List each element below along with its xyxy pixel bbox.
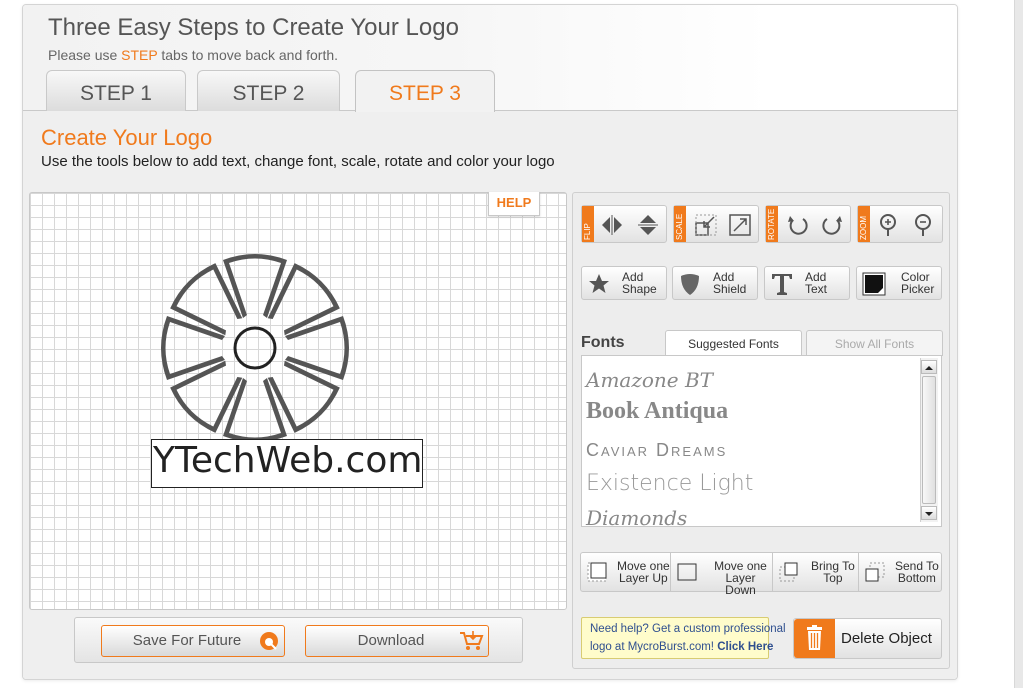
add-shield-line2: Shield <box>713 282 747 296</box>
save-icon <box>260 632 278 650</box>
font-option[interactable]: Diamonds <box>586 506 687 526</box>
zoom-out-icon[interactable] <box>910 211 938 239</box>
rotate-label-tab: ROTATE <box>766 206 778 242</box>
font-option[interactable]: Caviar Dreams <box>586 440 727 461</box>
move-down-line2: Layer Down <box>725 571 756 597</box>
download-label: Download <box>357 632 425 649</box>
add-shape-line2: Shape <box>622 282 657 296</box>
download-button[interactable]: Download <box>305 625 489 657</box>
delete-object-button[interactable]: Delete Object <box>793 618 942 659</box>
move-layer-down-button[interactable]: Move one Layer Down <box>671 553 773 596</box>
scroll-down-button[interactable] <box>921 506 937 520</box>
rotate-right-icon[interactable] <box>818 211 846 239</box>
shield-icon <box>681 274 699 295</box>
section-description: Use the tools below to add text, change … <box>41 153 555 170</box>
color-picker-line2: Picker <box>901 282 935 296</box>
rotate-label: ROTATE <box>767 208 776 240</box>
tab-step-1[interactable]: STEP 1 <box>46 70 186 111</box>
save-label: Save For Future <box>132 632 242 649</box>
flower-logo-shape[interactable] <box>148 250 364 446</box>
trash-icon-box <box>794 619 835 658</box>
layer-down-icon <box>677 563 697 581</box>
font-list: Amazone BT Book Antiqua Caviar Dreams Ex… <box>581 355 942 527</box>
subtitle-text-a: Please use <box>48 47 122 63</box>
scale-up-icon[interactable] <box>726 211 754 239</box>
page-scrollbar[interactable] <box>1014 0 1023 688</box>
subtitle-step-highlight: STEP <box>121 47 158 63</box>
add-shape-button[interactable]: Add Shape <box>581 266 667 300</box>
flip-tools: FLIP <box>581 205 667 243</box>
scale-label: SCALE <box>675 213 684 240</box>
section-title: Create Your Logo <box>41 125 213 150</box>
subtitle-text-b: tabs to move back and forth. <box>157 47 339 63</box>
arrow-up-icon <box>925 366 933 370</box>
zoom-tools: ZOOM <box>857 205 943 243</box>
click-here-link[interactable]: Click Here <box>717 641 773 653</box>
font-option[interactable]: Existence Light <box>586 471 753 496</box>
bring-to-top-button[interactable]: Bring To Top <box>773 553 859 591</box>
flip-label: FLIP <box>583 223 592 240</box>
bring-top-icon <box>779 562 798 582</box>
bring-top-line2: Top <box>823 571 843 585</box>
arrow-down-icon <box>925 512 933 516</box>
send-to-bottom-button[interactable]: Send To Bottom <box>859 553 941 591</box>
tab-show-all-fonts[interactable]: Show All Fonts <box>806 330 943 356</box>
layer-up-icon <box>587 562 607 582</box>
move-layer-up-button[interactable]: Move one Layer Up <box>581 553 671 591</box>
page-subtitle: Please use STEP tabs to move back and fo… <box>48 47 338 63</box>
zoom-label: ZOOM <box>859 216 868 240</box>
fonts-label: Fonts <box>581 334 625 351</box>
move-up-line2: Layer Up <box>619 571 668 585</box>
help-banner-text: logo at MycroBurst.com! <box>590 641 714 653</box>
logo-text[interactable]: YTechWeb.com <box>153 440 422 481</box>
star-icon <box>589 274 609 293</box>
help-banner[interactable]: Need help? Get a custom professional log… <box>581 617 786 659</box>
tab-step-3[interactable]: STEP 3 <box>355 70 495 112</box>
add-text-button[interactable]: Add Text <box>764 266 850 300</box>
color-swatch-icon <box>862 272 886 296</box>
tab-step-2[interactable]: STEP 2 <box>197 70 340 111</box>
logo-petals <box>161 254 349 442</box>
send-bottom-icon <box>865 562 885 582</box>
scale-down-icon[interactable] <box>692 211 720 239</box>
font-option[interactable]: Amazone BT <box>586 368 713 392</box>
flip-label-tab: FLIP <box>582 206 594 242</box>
flip-vertical-icon[interactable] <box>634 211 662 239</box>
save-for-future-button[interactable]: Save For Future <box>101 625 285 657</box>
rotate-left-icon[interactable] <box>784 211 812 239</box>
trash-icon <box>807 625 822 650</box>
cart-icon <box>460 631 484 650</box>
scroll-up-button[interactable] <box>921 360 937 374</box>
font-option[interactable]: Book Antiqua <box>586 398 728 425</box>
scrollbar-thumb[interactable] <box>922 376 936 504</box>
zoom-label-tab: ZOOM <box>858 206 870 242</box>
rotate-tools: ROTATE <box>765 205 851 243</box>
send-bottom-line2: Bottom <box>897 571 936 585</box>
flip-horizontal-icon[interactable] <box>598 211 626 239</box>
page-title: Three Easy Steps to Create Your Logo <box>48 14 459 41</box>
help-banner-line2: logo at MycroBurst.com! Click Here <box>590 641 773 653</box>
delete-label: Delete Object <box>841 630 932 647</box>
scale-label-tab: SCALE <box>674 206 686 242</box>
add-shield-button[interactable]: Add Shield <box>672 266 758 300</box>
text-t-icon <box>772 274 792 295</box>
help-button[interactable]: HELP <box>488 192 540 216</box>
color-picker-button[interactable]: Color Picker <box>856 266 942 300</box>
zoom-in-icon[interactable] <box>875 211 903 239</box>
scale-tools: SCALE <box>673 205 759 243</box>
add-text-line2: Text <box>805 282 828 296</box>
tab-suggested-fonts[interactable]: Suggested Fonts <box>665 330 802 357</box>
help-banner-line1: Need help? Get a custom professional <box>590 623 786 635</box>
